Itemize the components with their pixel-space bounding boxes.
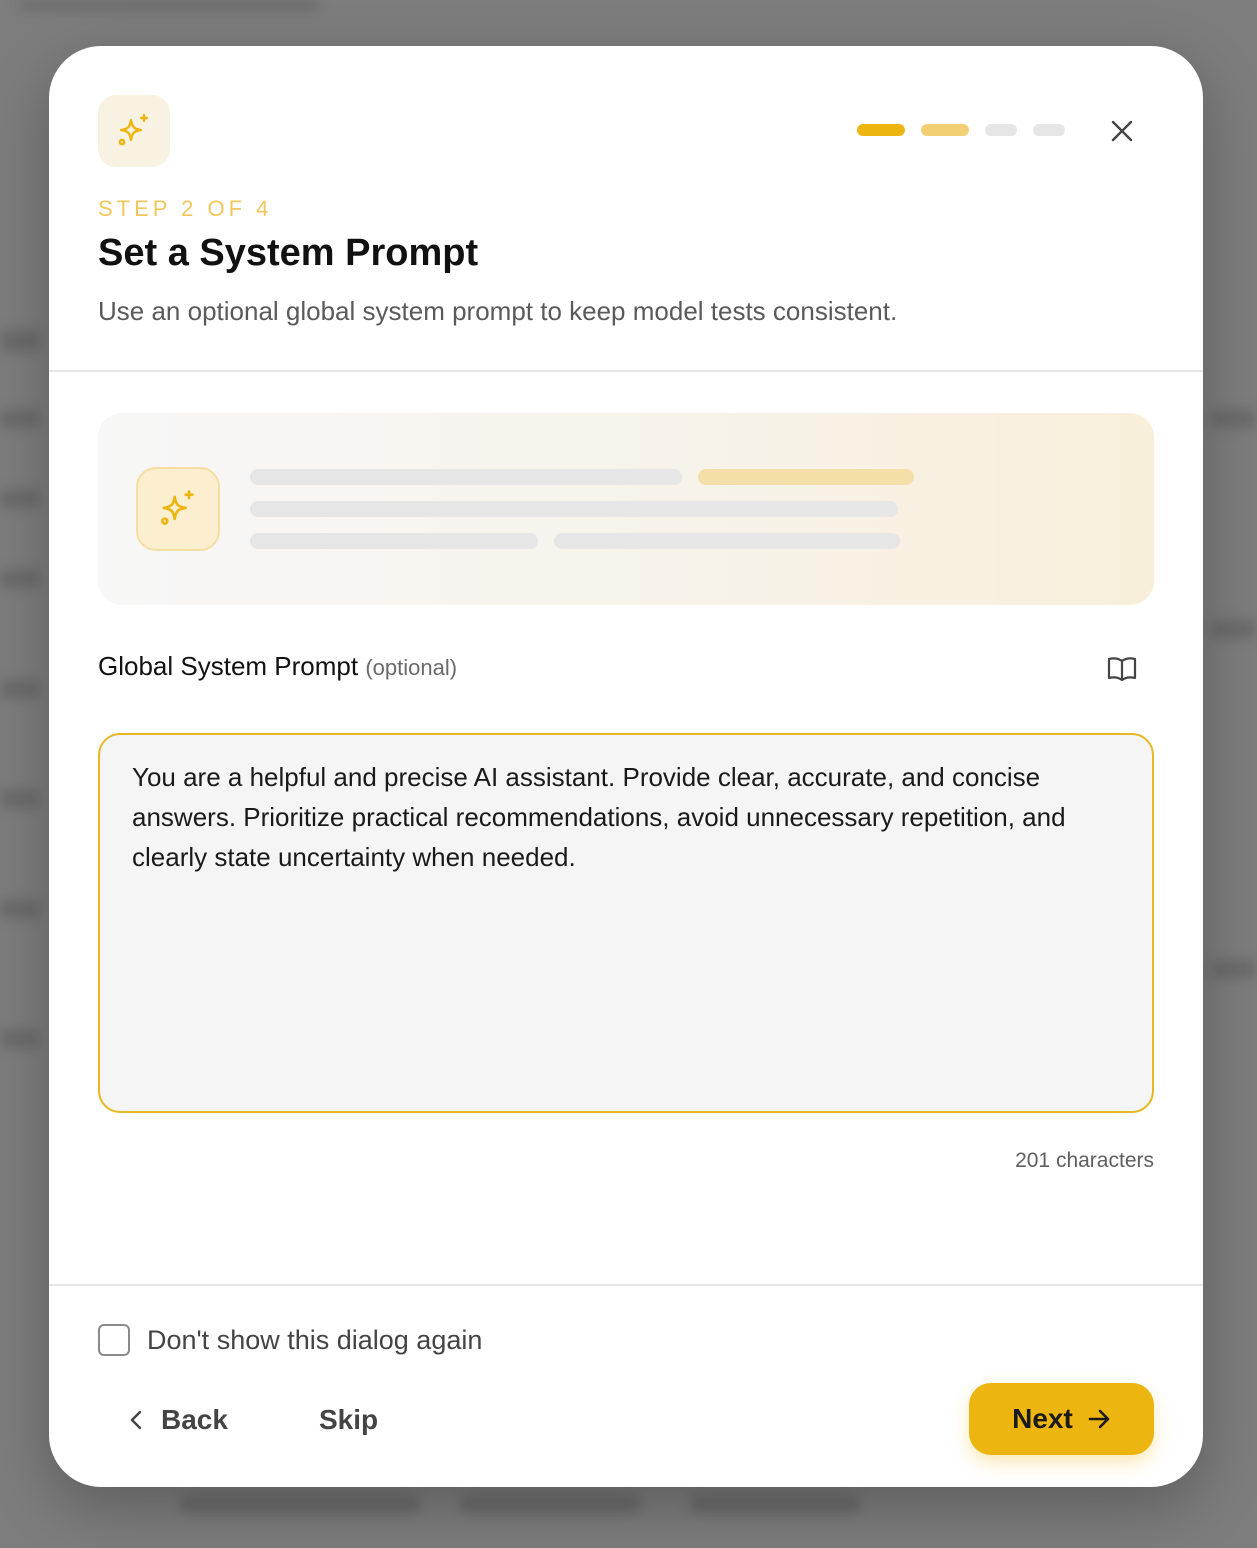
progress-step-2 [921,124,969,136]
character-count: 201 characters [1015,1149,1154,1172]
dialog-subtitle: Use an optional global system prompt to … [98,296,898,326]
field-label: Global System Prompt (optional) [98,651,457,682]
back-button[interactable]: Back [129,1396,228,1444]
documentation-button[interactable] [1103,650,1141,688]
close-icon [1111,120,1133,142]
field-label-text: Global System Prompt [98,651,359,681]
book-icon [1107,657,1137,682]
dont-show-again-toggle[interactable]: Don't show this dialog again [98,1324,482,1356]
illustration-banner [98,413,1154,605]
progress-step-4 [1033,124,1065,136]
step-label: STEP 2 OF 4 [98,196,273,221]
system-prompt-input[interactable]: You are a helpful and precise AI assista… [98,733,1154,1113]
step-progress [857,124,1065,136]
sparkle-icon [98,95,170,167]
arrow-right-icon [1088,1409,1110,1429]
placeholder-line [554,533,900,549]
chevron-left-icon [130,1410,142,1430]
optional-label: (optional) [365,655,458,680]
onboarding-dialog: STEP 2 OF 4 Set a System Prompt Use an o… [49,46,1203,1487]
placeholder-line [250,533,538,549]
placeholder-line [250,469,682,485]
checkbox-label: Don't show this dialog again [147,1324,483,1355]
next-button[interactable]: Next [969,1383,1154,1455]
next-label: Next [1012,1403,1073,1434]
footer-divider [49,1284,1203,1286]
back-label: Back [161,1404,228,1435]
progress-step-1 [857,124,905,136]
dialog-header: STEP 2 OF 4 Set a System Prompt Use an o… [49,46,1203,372]
placeholder-line [250,501,898,517]
dont-show-again-checkbox[interactable] [98,1324,130,1356]
sparkle-icon [136,467,220,551]
placeholder-line-highlight [698,469,914,485]
skip-button[interactable]: Skip [319,1396,378,1444]
progress-step-3 [985,124,1017,136]
dialog-title: Set a System Prompt [98,232,479,274]
skip-label: Skip [319,1404,379,1435]
close-button[interactable] [1103,112,1141,150]
